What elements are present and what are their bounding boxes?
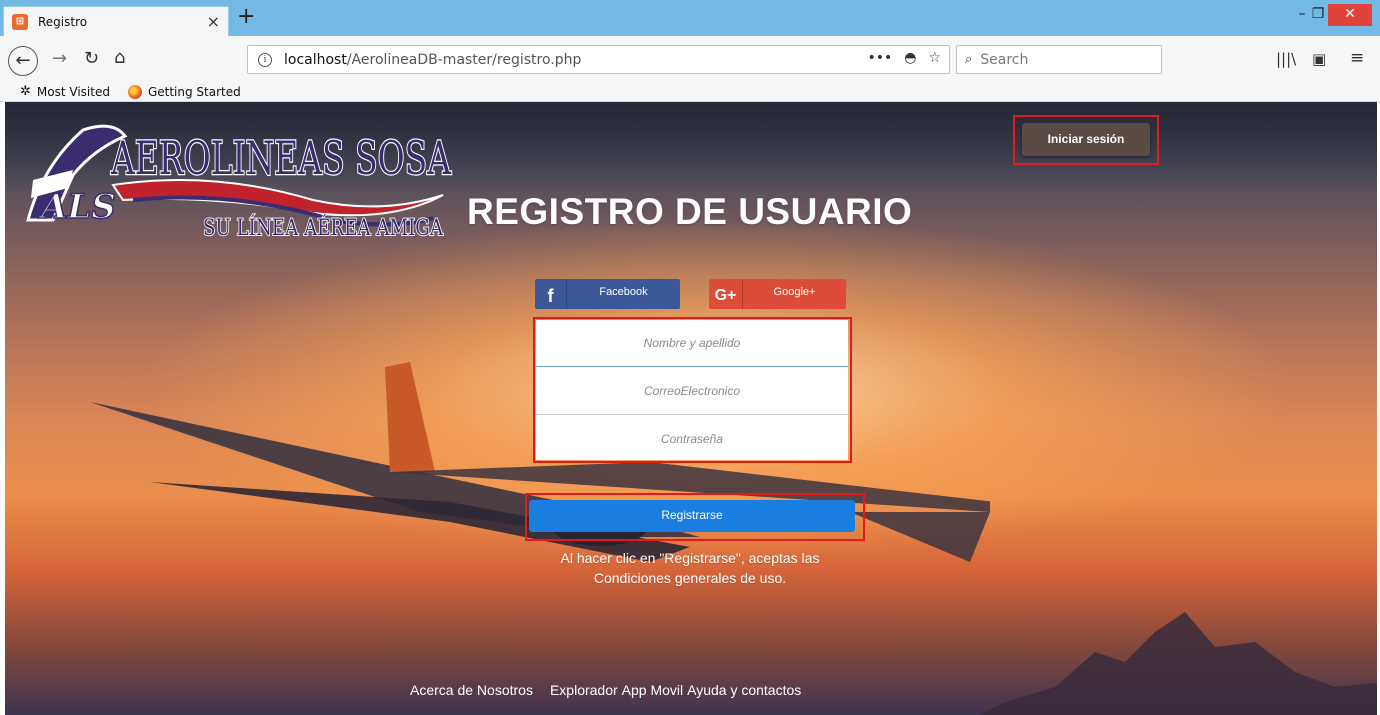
terms-text: Al hacer clic en "Registrarse", aceptas … bbox=[505, 548, 875, 588]
bookmark-most-visited[interactable]: Most Visited bbox=[37, 85, 110, 99]
gear-icon: ✲ bbox=[20, 84, 31, 99]
maximize-button[interactable]: ❐ bbox=[1306, 4, 1330, 26]
mountain-silhouette bbox=[979, 612, 1377, 715]
url-host: localhost bbox=[284, 51, 347, 68]
search-placeholder: Search bbox=[980, 51, 1029, 68]
tab-bar: ⊞ Registro × + – ❐ ✕ bbox=[0, 0, 1380, 36]
register-button[interactable]: Registrarse bbox=[529, 500, 855, 532]
footer-link-explorer[interactable]: Explorador bbox=[550, 682, 618, 698]
info-icon[interactable]: i bbox=[258, 52, 272, 67]
favicon-icon: ⊞ bbox=[12, 13, 28, 30]
new-tab-button[interactable]: + bbox=[237, 6, 257, 29]
page-actions-icon[interactable]: ••• bbox=[867, 50, 892, 66]
google-plus-label: Google+ bbox=[773, 286, 816, 298]
pocket-icon[interactable]: ◓ bbox=[904, 50, 916, 66]
bookmark-star-icon[interactable]: ☆ bbox=[928, 50, 941, 66]
home-button[interactable]: ⌂ bbox=[114, 47, 125, 68]
library-icon[interactable]: |||\ bbox=[1276, 50, 1296, 68]
logo-monogram: ALS bbox=[38, 187, 116, 227]
facebook-label: Facebook bbox=[599, 286, 648, 298]
bookmark-getting-started[interactable]: Getting Started bbox=[148, 85, 241, 99]
password-field[interactable]: Contraseña bbox=[536, 416, 848, 463]
footer-links: Acerca de Nosotros Explorador App Movil … bbox=[410, 682, 805, 698]
logo-brand-name: AEROLINEAS SOSA bbox=[110, 131, 451, 185]
url-path: /AerolineaDB-master/registro.php bbox=[346, 51, 582, 68]
terms-line-2: Condiciones generales de uso. bbox=[593, 570, 787, 586]
reload-button[interactable]: ↻ bbox=[84, 48, 99, 69]
email-field[interactable]: CorreoElectronico bbox=[536, 368, 848, 415]
address-bar[interactable]: i localhost /AerolineaDB-master/registro… bbox=[247, 45, 950, 74]
logo-tagline: SU LÍNEA AÉREA AMIGA bbox=[203, 214, 444, 240]
login-button[interactable]: Iniciar sesión bbox=[1022, 123, 1150, 156]
tab-title: Registro bbox=[38, 14, 88, 29]
google-plus-button[interactable]: G+ Google+ bbox=[709, 279, 846, 309]
bookmarks-toolbar: ✲ Most Visited Getting Started bbox=[0, 82, 1380, 102]
page-background: ALS AEROLINEAS SOSA SU LÍNEA AÉREA AMIGA… bbox=[5, 102, 1377, 715]
facebook-button[interactable]: f Facebook bbox=[535, 279, 680, 309]
navigation-toolbar: ← → ↻ ⌂ i localhost /AerolineaDB-master/… bbox=[0, 36, 1380, 82]
firefox-icon bbox=[127, 84, 142, 99]
close-tab-icon[interactable]: × bbox=[207, 12, 220, 31]
forward-button[interactable]: → bbox=[52, 48, 67, 69]
facebook-icon: f bbox=[535, 279, 567, 309]
window-close-button[interactable]: ✕ bbox=[1328, 4, 1372, 26]
back-button[interactable]: ← bbox=[8, 46, 38, 76]
hamburger-menu-icon[interactable]: ≡ bbox=[1350, 48, 1364, 68]
footer-link-app[interactable]: App Movil bbox=[622, 682, 683, 698]
aerolineas-sosa-logo: ALS AEROLINEAS SOSA SU LÍNEA AÉREA AMIGA bbox=[26, 124, 453, 240]
search-icon: ⌕ bbox=[965, 52, 973, 67]
page-title: REGISTRO DE USUARIO bbox=[467, 191, 913, 232]
footer-link-help[interactable]: Ayuda y contactos bbox=[687, 682, 801, 698]
name-field[interactable]: Nombre y apellido bbox=[536, 320, 848, 367]
sidebar-icon[interactable]: ▣ bbox=[1312, 50, 1326, 68]
browser-tab[interactable]: ⊞ Registro × bbox=[3, 6, 229, 36]
registration-form: Nombre y apellido CorreoElectronico Cont… bbox=[536, 320, 848, 460]
google-plus-icon: G+ bbox=[709, 279, 743, 309]
search-input[interactable]: ⌕ Search bbox=[956, 45, 1162, 74]
footer-link-about[interactable]: Acerca de Nosotros bbox=[410, 682, 533, 698]
terms-line-1: Al hacer clic en "Registrarse", aceptas … bbox=[560, 550, 820, 566]
